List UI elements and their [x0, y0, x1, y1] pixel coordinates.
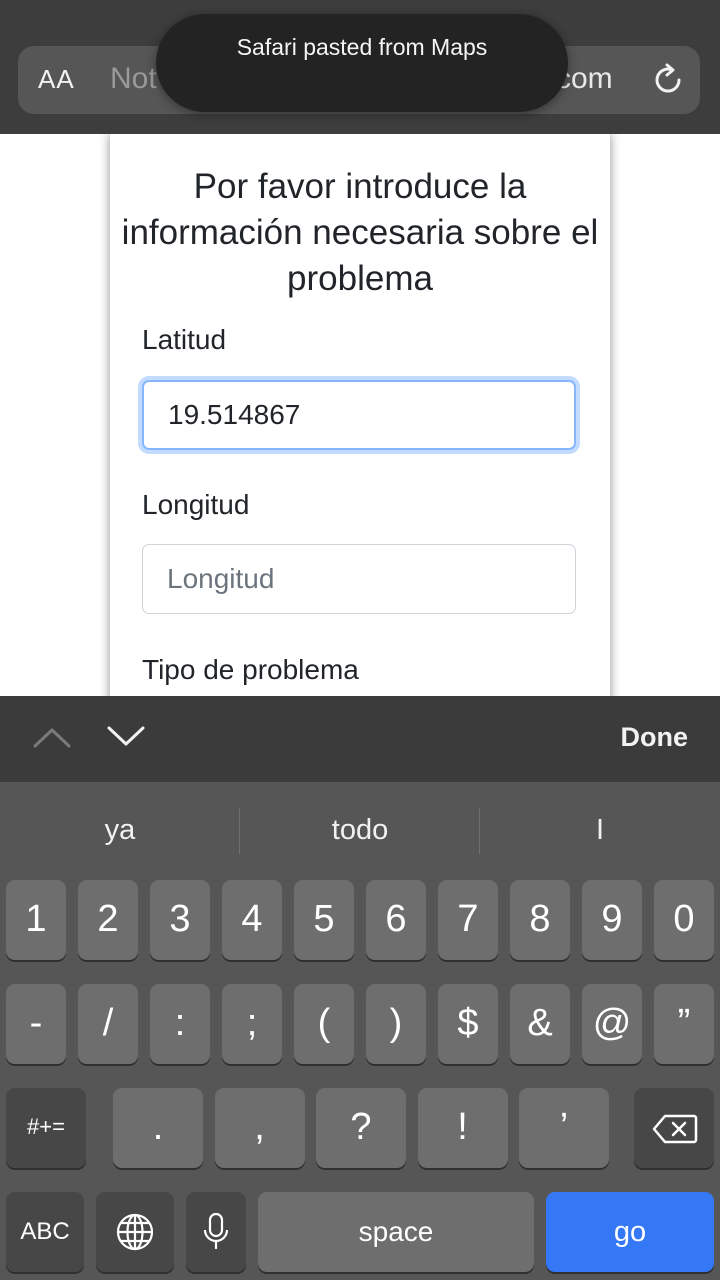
- space-label: space: [358, 1216, 434, 1247]
- number-key-label: 7: [457, 898, 479, 940]
- number-key-label: 9: [601, 898, 623, 940]
- symbol-key[interactable]: ”: [654, 984, 714, 1064]
- chevron-up-icon[interactable]: [32, 722, 72, 752]
- symbol-key-label: (: [317, 1002, 331, 1044]
- form-card: Por favor introduce la información neces…: [110, 134, 610, 696]
- number-key-label: 1: [25, 898, 47, 940]
- web-content: Por favor introduce la información neces…: [0, 134, 720, 696]
- number-key-label: 3: [169, 898, 191, 940]
- problem-type-label: Tipo de problema: [142, 654, 359, 685]
- reload-icon[interactable]: [650, 62, 686, 98]
- number-key[interactable]: 0: [654, 880, 714, 960]
- punctuation-key[interactable]: ?: [316, 1088, 406, 1168]
- space-key[interactable]: space: [258, 1192, 534, 1272]
- backspace-key[interactable]: [634, 1088, 714, 1168]
- longitude-label: Longitud: [142, 489, 250, 520]
- punctuation-key[interactable]: .: [113, 1088, 203, 1168]
- go-label: go: [613, 1216, 647, 1248]
- symbol-key[interactable]: -: [6, 984, 66, 1064]
- punctuation-key[interactable]: ’: [519, 1088, 609, 1168]
- symbol-key-label: -: [29, 1002, 43, 1044]
- symbol-key-label: $: [457, 1002, 479, 1044]
- number-key-label: 0: [673, 898, 695, 940]
- go-key[interactable]: go: [546, 1192, 714, 1272]
- paste-notification-text: Safari pasted from Maps: [236, 34, 488, 60]
- abc-key[interactable]: ABC: [6, 1192, 84, 1272]
- microphone-icon: [203, 1212, 229, 1249]
- number-key[interactable]: 3: [150, 880, 210, 960]
- symbol-key-label: ;: [246, 1002, 258, 1044]
- backspace-icon: [652, 1114, 698, 1144]
- symbol-key-label: &: [527, 1002, 553, 1044]
- abc-label: ABC: [20, 1218, 70, 1245]
- reader-options-label: AA: [38, 64, 75, 94]
- number-key[interactable]: 2: [78, 880, 138, 960]
- more-symbols-key[interactable]: #+=: [6, 1088, 86, 1168]
- browser-toolbar: AA Not com Safari pasted from Maps: [0, 0, 720, 134]
- chevron-down-icon[interactable]: [106, 722, 146, 752]
- number-key[interactable]: 6: [366, 880, 426, 960]
- number-key-label: 5: [313, 898, 335, 940]
- done-button[interactable]: Done: [621, 722, 689, 753]
- keyboard: ya todo I 1 2 3 4 5 6 7 8 9 0 - /:; () $ & @ ” #+= .,?!…: [0, 782, 720, 1280]
- symbol-key[interactable]: :: [150, 984, 210, 1064]
- symbol-key-label: ): [389, 1002, 403, 1044]
- number-key[interactable]: 8: [510, 880, 570, 960]
- number-key[interactable]: 5: [294, 880, 354, 960]
- form-title: Por favor introduce la información neces…: [121, 167, 599, 298]
- suggestion-2[interactable]: todo: [240, 782, 480, 878]
- more-symbols-label: #+=: [27, 1114, 65, 1139]
- suggestion-3[interactable]: I: [480, 782, 720, 878]
- symbol-key[interactable]: ): [366, 984, 426, 1064]
- punctuation-key-label: !: [457, 1106, 468, 1148]
- number-key-label: 4: [241, 898, 263, 940]
- symbol-key[interactable]: &: [510, 984, 570, 1064]
- punctuation-key-label: ’: [559, 1106, 569, 1148]
- punctuation-key[interactable]: !: [417, 1088, 508, 1168]
- url-text-start: Not: [110, 62, 157, 95]
- number-key-label: 6: [385, 898, 407, 940]
- number-key[interactable]: 1: [6, 880, 66, 960]
- latitude-label: Latitud: [142, 324, 227, 355]
- number-key[interactable]: 7: [438, 880, 498, 960]
- punctuation-key-label: .: [152, 1106, 164, 1148]
- longitude-input[interactable]: [142, 544, 576, 614]
- symbol-key-label: @: [592, 1002, 632, 1044]
- paste-notification: Safari pasted from Maps: [156, 14, 568, 112]
- symbol-key[interactable]: ;: [222, 984, 282, 1064]
- symbol-key[interactable]: /: [78, 984, 138, 1064]
- suggestion-1[interactable]: ya: [0, 782, 240, 878]
- symbol-key-label: :: [174, 1002, 186, 1044]
- globe-key[interactable]: [96, 1192, 174, 1272]
- microphone-key[interactable]: [186, 1192, 246, 1272]
- keyboard-accessory-bar: Done: [0, 696, 720, 782]
- number-key[interactable]: 4: [222, 880, 282, 960]
- punctuation-key-label: ,: [254, 1106, 265, 1148]
- symbol-key[interactable]: (: [294, 984, 354, 1064]
- latitude-input[interactable]: [142, 380, 576, 450]
- globe-icon: [116, 1213, 154, 1251]
- punctuation-key-label: ?: [350, 1106, 372, 1148]
- symbol-key-label: ”: [677, 1002, 691, 1044]
- number-key-label: 8: [529, 898, 551, 940]
- symbol-key[interactable]: @: [582, 984, 642, 1064]
- symbol-key-label: /: [102, 1002, 114, 1044]
- symbol-key[interactable]: $: [438, 984, 498, 1064]
- reader-options-button[interactable]: AA: [38, 64, 75, 95]
- punctuation-key[interactable]: ,: [214, 1088, 305, 1168]
- number-key-label: 2: [97, 898, 119, 940]
- number-key[interactable]: 9: [582, 880, 642, 960]
